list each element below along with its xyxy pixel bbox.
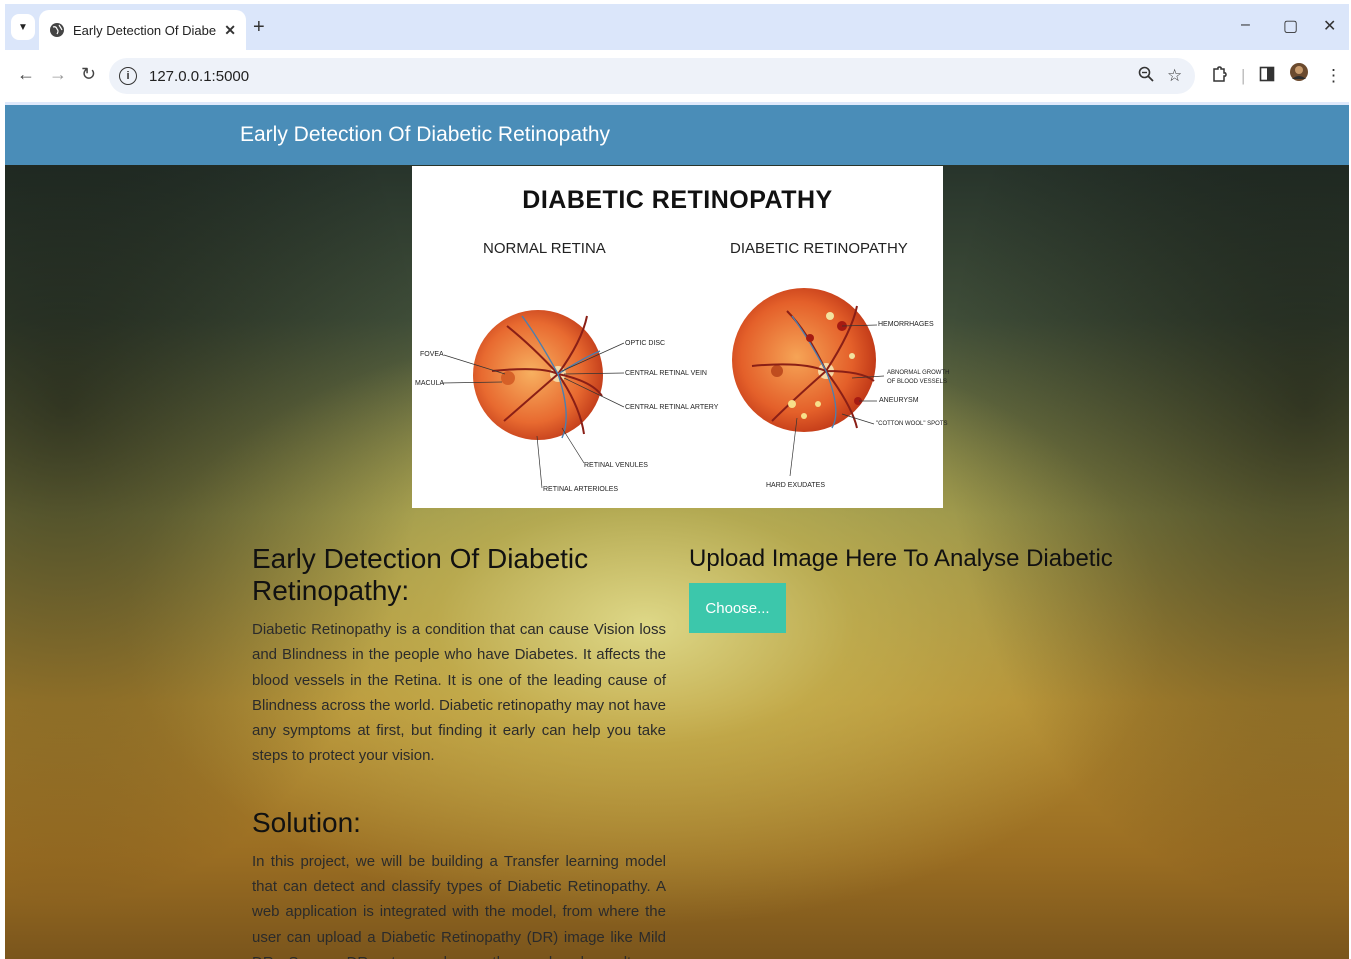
restore-icon[interactable]: ▢ [1283,16,1298,36]
arterioles-label: RETINAL ARTERIOLES [543,486,619,493]
abnormal-growth-label: ABNORMAL GROWTH [887,370,950,376]
info-column: Early Detection Of Diabetic Retinopathy:… [252,543,666,959]
tab-title: Early Detection Of Diabetic Reti [73,22,217,38]
upload-section: Upload Image Here To Analyse Diabetic Ch… [689,545,1113,633]
url-text: 127.0.0.1:5000 [149,67,250,85]
solution-heading: Solution: [252,806,361,838]
extensions-icon[interactable] [1211,66,1227,88]
central-vein-label: CENTRAL RETINAL VEIN [625,370,707,377]
avatar[interactable] [1289,62,1309,87]
hero-image: DIABETIC RETINOPATHY NORMAL RETINA DIABE… [412,166,949,508]
aneurysm-label: ANEURYSM [879,397,919,404]
hemorrhages-label: HEMORRHAGES [878,321,934,328]
cotton-wool-label: "COTTON WOOL" SPOTS [876,421,948,427]
site-header: Early Detection Of Diabetic Retinopathy [5,105,1349,165]
tab-search-button[interactable]: ▼ [11,14,35,40]
browser-toolbar: ← → ↻ i 127.0.0.1:5000 ☆ | ⋮ [5,50,1349,102]
hard-exudates-label: HARD EXUDATES [766,482,825,489]
forward-icon[interactable]: → [49,64,67,85]
reload-icon[interactable]: ↻ [81,64,96,85]
central-artery-label: CENTRAL RETINAL ARTERY [625,404,719,411]
minimize-icon[interactable]: – [1241,16,1250,34]
fovea-label: FOVEA [420,351,444,358]
close-window-icon[interactable]: ✕ [1323,16,1336,36]
macula-label: MACULA [415,380,445,387]
info-icon[interactable]: i [119,67,137,85]
address-bar[interactable]: i 127.0.0.1:5000 [109,58,1195,94]
solution-body: In this project, we will be building a T… [252,852,666,959]
star-icon[interactable]: ☆ [1167,66,1182,86]
intro-body: Diabetic Retinopathy is a condition that… [252,621,666,765]
globe-icon [49,22,65,38]
browser-tab[interactable]: Early Detection Of Diabetic Reti ✕ [39,10,246,50]
site-brand[interactable]: Early Detection Of Diabetic Retinopathy [240,123,610,147]
toolbar-divider: | [1241,66,1246,85]
tab-strip: ▼ Early Detection Of Diabetic Reti ✕ + –… [5,4,1349,50]
page-viewport: Early Detection Of Diabetic Retinopathy … [5,105,1349,959]
browser-window: ▼ Early Detection Of Diabetic Reti ✕ + –… [5,4,1349,959]
blood-vessels-label: OF BLOOD VESSELS [887,379,948,385]
retina-illustration [441,288,885,489]
venules-label: RETINAL VENULES [584,462,648,469]
upload-heading: Upload Image Here To Analyse Diabetic [689,545,1113,572]
choose-file-button[interactable]: Choose... [689,583,786,633]
close-icon[interactable]: ✕ [224,22,236,39]
new-tab-button[interactable]: + [253,16,265,39]
side-panel-icon[interactable] [1259,66,1275,87]
zoom-icon[interactable] [1138,66,1154,87]
menu-dots-icon[interactable]: ⋮ [1325,66,1342,86]
back-icon[interactable]: ← [17,64,35,85]
chevron-down-icon: ▼ [18,21,28,33]
intro-heading: Early Detection Of Diabetic Retinopathy: [252,543,589,606]
optic-disc-label: OPTIC DISC [625,340,666,347]
